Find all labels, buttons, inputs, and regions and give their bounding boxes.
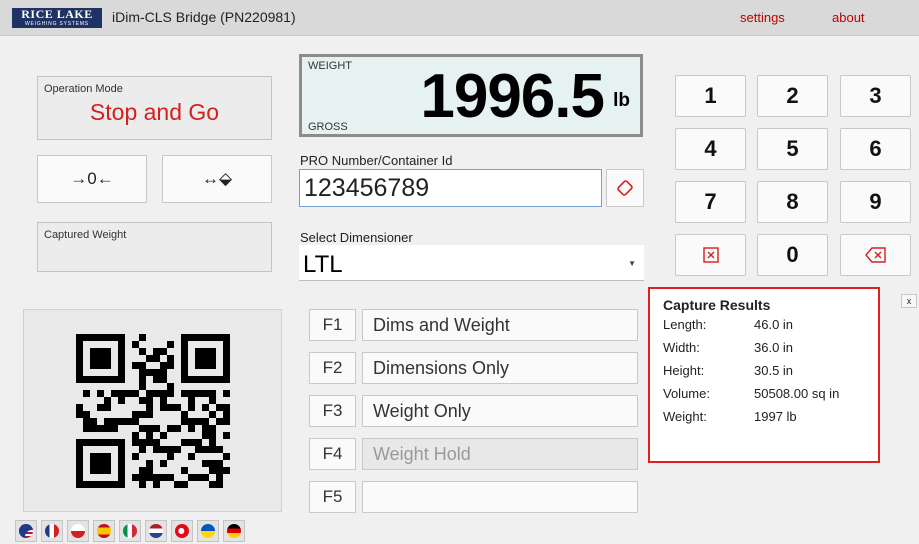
captured-weight-label: Captured Weight bbox=[44, 229, 127, 241]
keypad-6[interactable]: 6 bbox=[840, 128, 911, 170]
weight-display: WEIGHT 1996.5 lb GROSS bbox=[299, 54, 643, 137]
keypad-3[interactable]: 3 bbox=[840, 75, 911, 117]
eraser-icon bbox=[617, 180, 633, 196]
flag-dutch-button[interactable] bbox=[145, 520, 167, 542]
operation-mode-panel[interactable]: Operation Mode Stop and Go bbox=[37, 76, 272, 140]
weight-only-button[interactable]: Weight Only bbox=[362, 395, 638, 427]
weight-label: WEIGHT bbox=[308, 60, 352, 72]
dimensioner-label: Select Dimensioner bbox=[300, 230, 413, 245]
close-results-button[interactable]: x bbox=[901, 294, 917, 308]
ukrainian-flag-icon bbox=[201, 524, 215, 538]
weight-unit: lb bbox=[613, 90, 630, 111]
turkish-flag-icon bbox=[175, 524, 189, 538]
dimensioner-value: LTL bbox=[303, 251, 343, 278]
clear-pro-button[interactable] bbox=[606, 169, 644, 207]
dutch-flag-icon bbox=[149, 524, 163, 538]
pro-number-input[interactable] bbox=[299, 169, 602, 207]
qr-code-panel bbox=[23, 309, 282, 512]
f2-key[interactable]: F2 bbox=[309, 352, 356, 384]
width-value: 36.0 in bbox=[754, 340, 794, 355]
keypad-backspace-button[interactable] bbox=[840, 234, 911, 276]
spanish-flag-icon bbox=[97, 524, 111, 538]
keypad-5[interactable]: 5 bbox=[757, 128, 828, 170]
keypad-1[interactable]: 1 bbox=[675, 75, 746, 117]
about-link[interactable]: about bbox=[832, 10, 865, 25]
width-label: Width: bbox=[663, 340, 700, 355]
flag-polish-button[interactable] bbox=[67, 520, 89, 542]
flag-ukrainian-button[interactable] bbox=[197, 520, 219, 542]
weight-result-value: 1997 lb bbox=[754, 409, 797, 424]
flag-italian-button[interactable] bbox=[119, 520, 141, 542]
tare-button[interactable]: ↔⬙ bbox=[162, 155, 272, 203]
length-label: Length: bbox=[663, 317, 707, 332]
backspace-icon bbox=[864, 247, 886, 263]
captured-weight-panel: Captured Weight bbox=[37, 222, 272, 272]
keypad-0[interactable]: 0 bbox=[757, 234, 828, 276]
zero-icon: →0← bbox=[70, 169, 114, 188]
pro-number-label: PRO Number/Container Id bbox=[300, 153, 453, 168]
keypad-9[interactable]: 9 bbox=[840, 181, 911, 223]
polish-flag-icon bbox=[71, 524, 85, 538]
french-flag-icon bbox=[45, 524, 59, 538]
gross-label: GROSS bbox=[308, 121, 348, 133]
keypad-8[interactable]: 8 bbox=[757, 181, 828, 223]
weight-value: 1996.5 bbox=[420, 62, 605, 131]
flag-spanish-button[interactable] bbox=[93, 520, 115, 542]
clear-x-icon bbox=[702, 247, 719, 263]
keypad-7[interactable]: 7 bbox=[675, 181, 746, 223]
rice-lake-logo: RICE LAKE WEIGHING SYSTEMS bbox=[12, 8, 102, 28]
flag-german-button[interactable] bbox=[223, 520, 245, 542]
volume-value: 50508.00 sq in bbox=[754, 386, 840, 401]
german-flag-icon bbox=[227, 524, 241, 538]
height-label: Height: bbox=[663, 363, 705, 378]
f5-function-button[interactable] bbox=[362, 481, 638, 513]
length-value: 46.0 in bbox=[754, 317, 794, 332]
us-flag-icon bbox=[19, 524, 33, 538]
operation-mode-label: Operation Mode bbox=[44, 83, 123, 95]
title-bar: RICE LAKE WEIGHING SYSTEMS iDim-CLS Brid… bbox=[0, 0, 919, 36]
dims-and-weight-button[interactable]: Dims and Weight bbox=[362, 309, 638, 341]
capture-results-panel: Capture Results Length: 46.0 in Width: 3… bbox=[648, 287, 880, 463]
volume-label: Volume: bbox=[663, 386, 710, 401]
italian-flag-icon bbox=[123, 524, 137, 538]
f4-key[interactable]: F4 bbox=[309, 438, 356, 470]
operation-mode-value: Stop and Go bbox=[89, 99, 220, 125]
app-title: iDim-CLS Bridge (PN220981) bbox=[112, 9, 296, 25]
weight-result-label: Weight: bbox=[663, 409, 707, 424]
zero-button[interactable]: →0← bbox=[37, 155, 147, 203]
qr-code-icon bbox=[76, 334, 230, 488]
f3-key[interactable]: F3 bbox=[309, 395, 356, 427]
dropdown-caret-icon: ▼ bbox=[628, 259, 636, 268]
weight-hold-button[interactable]: Weight Hold bbox=[362, 438, 638, 470]
flag-french-button[interactable] bbox=[41, 520, 63, 542]
dimensions-only-button[interactable]: Dimensions Only bbox=[362, 352, 638, 384]
dimensioner-select[interactable]: LTL ▼ bbox=[299, 245, 644, 281]
flag-english-button[interactable] bbox=[15, 520, 37, 542]
keypad-4[interactable]: 4 bbox=[675, 128, 746, 170]
tare-icon: ↔⬙ bbox=[201, 169, 233, 188]
settings-link[interactable]: settings bbox=[740, 10, 785, 25]
capture-results-title: Capture Results bbox=[663, 297, 771, 313]
flag-turkish-button[interactable] bbox=[171, 520, 193, 542]
keypad-2[interactable]: 2 bbox=[757, 75, 828, 117]
keypad-clear-button[interactable] bbox=[675, 234, 746, 276]
f1-key[interactable]: F1 bbox=[309, 309, 356, 341]
f5-key[interactable]: F5 bbox=[309, 481, 356, 513]
height-value: 30.5 in bbox=[754, 363, 794, 378]
